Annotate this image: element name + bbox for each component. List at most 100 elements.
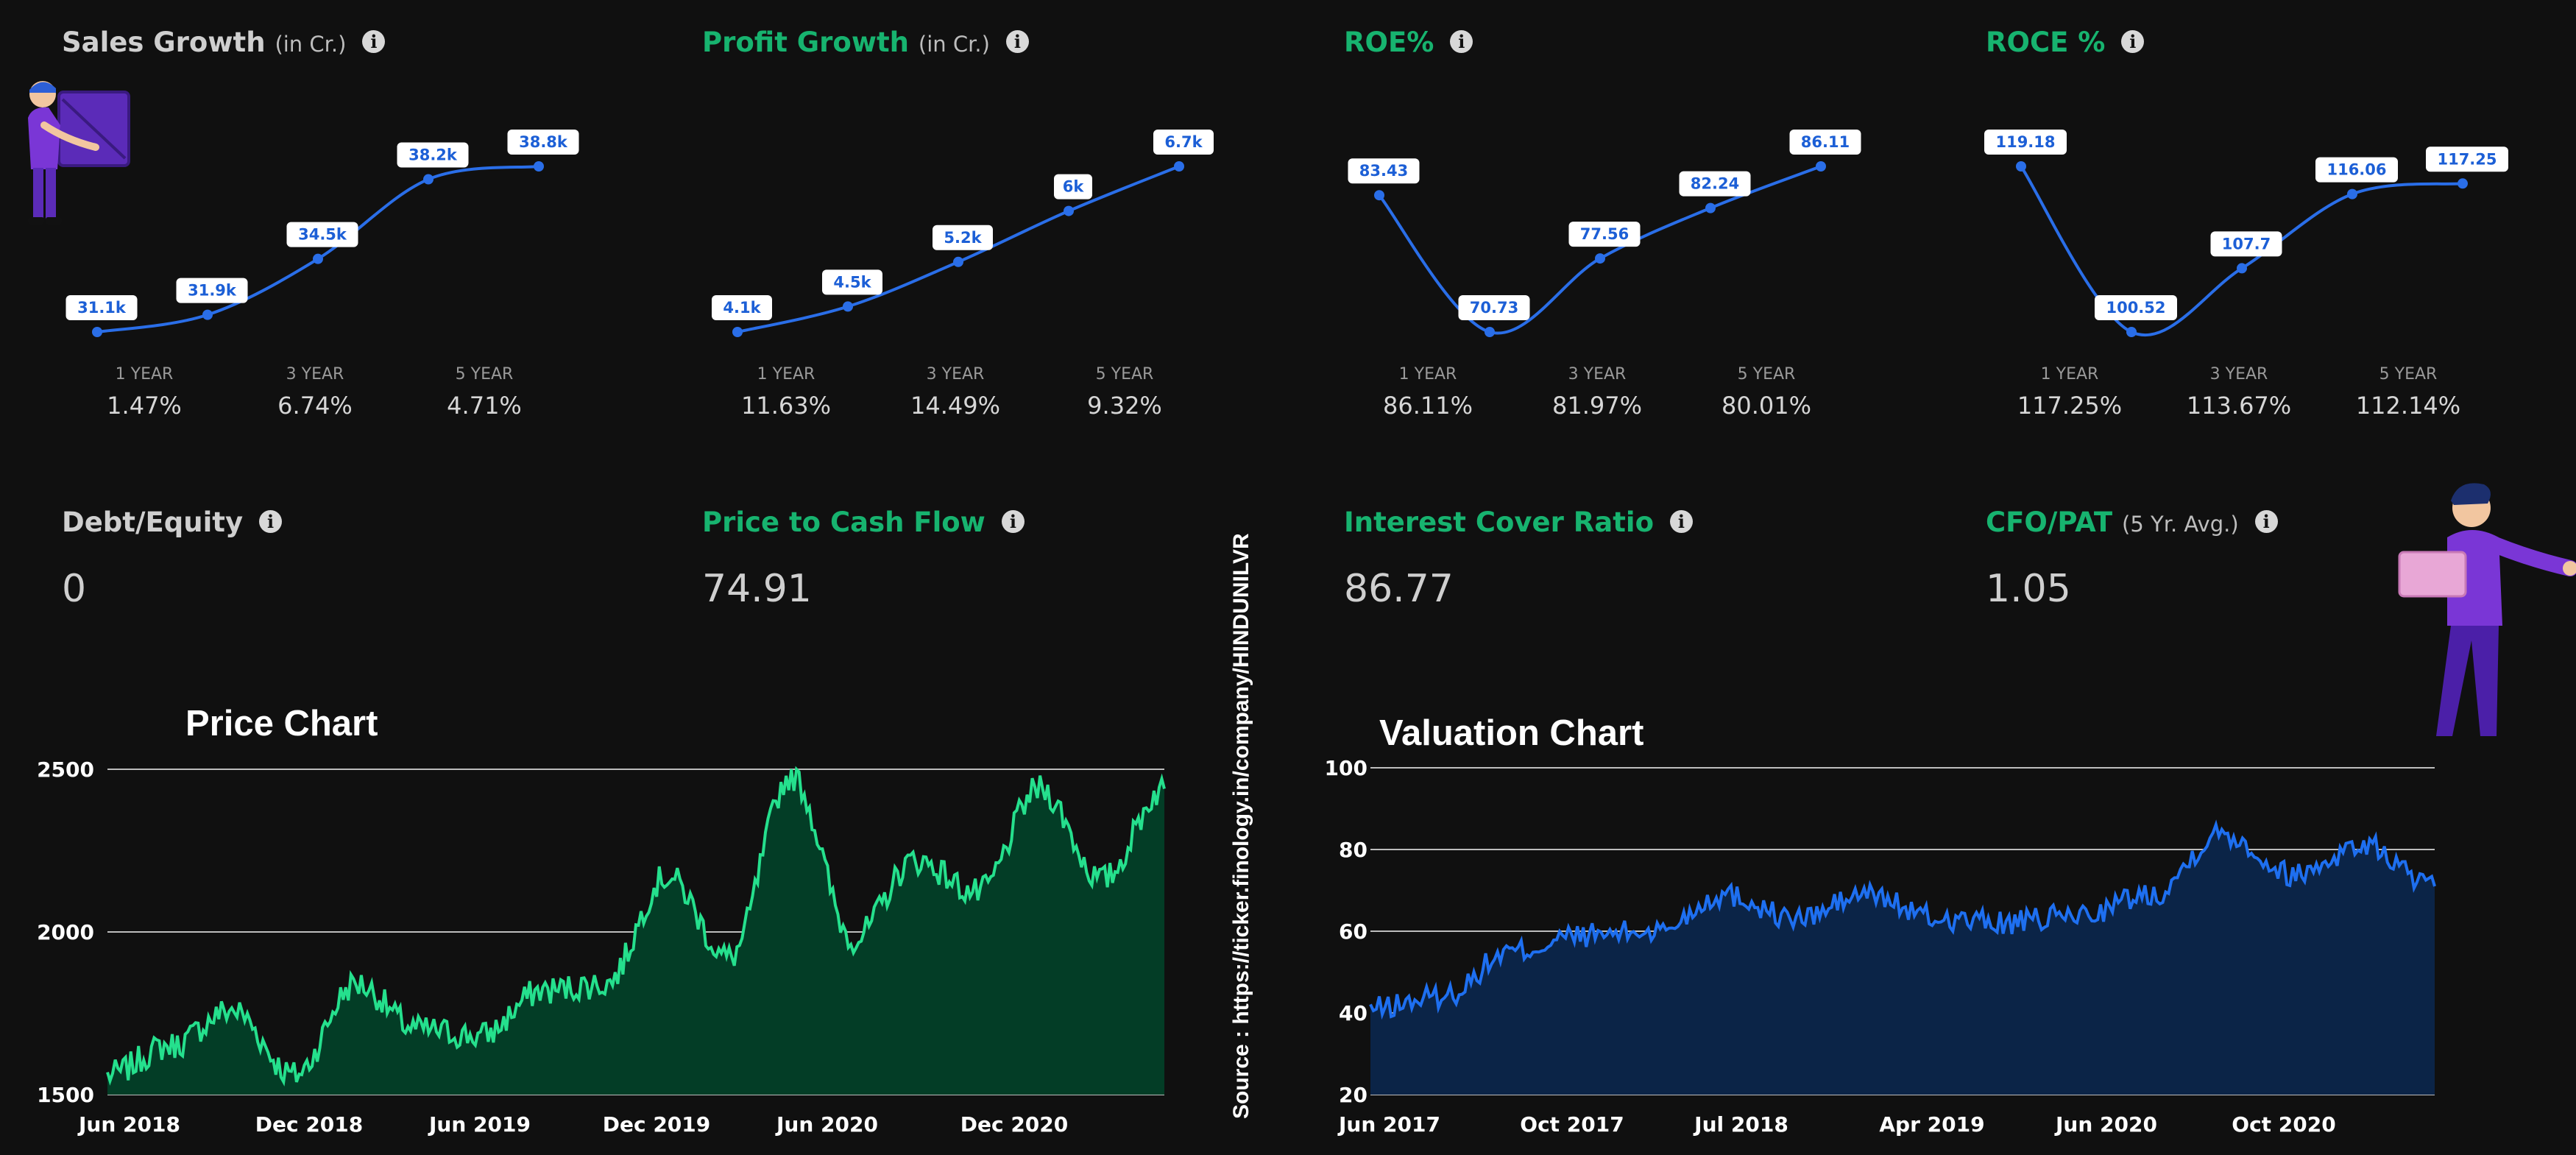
x-tick-label: Jun 2020 bbox=[775, 1112, 878, 1137]
data-point bbox=[2126, 327, 2137, 337]
data-point bbox=[2016, 161, 2026, 172]
info-icon[interactable]: i bbox=[1005, 30, 1029, 53]
period-label: 3 YEAR bbox=[926, 365, 985, 384]
info-icon[interactable]: i bbox=[1669, 510, 1693, 533]
period-label: 3 YEAR bbox=[2209, 365, 2268, 384]
source-credit: Source : https://ticker.finology.in/comp… bbox=[1229, 533, 1253, 1119]
data-label: 117.25 bbox=[2437, 150, 2497, 168]
data-label: 77.56 bbox=[1580, 225, 1629, 243]
stat-title: Price to Cash Flow i bbox=[702, 506, 1025, 538]
x-tick-label: Apr 2019 bbox=[1879, 1112, 1984, 1137]
stat-title: Debt/Equity i bbox=[62, 506, 283, 538]
y-tick-label: 1500 bbox=[37, 1083, 94, 1107]
data-label: 31.1k bbox=[77, 299, 127, 317]
stat-value: 74.91 bbox=[702, 567, 812, 611]
data-label: 86.11 bbox=[1801, 133, 1850, 151]
period-row: 1 YEAR 1.47% 3 YEAR 6.74% 5 YEAR 4.71% bbox=[62, 365, 651, 431]
period-value: 9.32% bbox=[1087, 392, 1162, 420]
mini-line-chart: 119.18 100.52 107.7 116.06 117.25 bbox=[1984, 130, 2508, 337]
period-label: 1 YEAR bbox=[115, 365, 174, 384]
stat-title: CFO/PAT (5 Yr. Avg.) i bbox=[1986, 506, 2278, 538]
period-label: 5 YEAR bbox=[2379, 365, 2438, 384]
x-tick-label: Jul 2018 bbox=[1693, 1112, 1788, 1137]
data-point bbox=[2237, 263, 2247, 274]
data-label: 4.5k bbox=[833, 273, 871, 291]
x-tick-label: Jun 2020 bbox=[2054, 1112, 2157, 1137]
metric-title: ROCE % i bbox=[1986, 27, 2145, 58]
data-label: 5.2k bbox=[944, 229, 982, 247]
data-label: 107.7 bbox=[2222, 235, 2271, 252]
data-point bbox=[1816, 161, 1826, 172]
data-point bbox=[202, 309, 213, 320]
data-label: 119.18 bbox=[1995, 133, 2055, 151]
info-icon[interactable]: i bbox=[1450, 30, 1473, 53]
period-label: 5 YEAR bbox=[1095, 365, 1154, 384]
period-row: 1 YEAR 11.63% 3 YEAR 14.49% 5 YEAR 9.32% bbox=[702, 365, 1291, 431]
info-icon[interactable]: i bbox=[259, 510, 283, 533]
stat-value: 86.77 bbox=[1344, 567, 1454, 611]
period-value: 14.49% bbox=[910, 392, 1000, 420]
info-icon[interactable]: i bbox=[1001, 510, 1025, 533]
metric-title: Profit Growth (in Cr.) i bbox=[702, 27, 1029, 58]
data-label: 6.7k bbox=[1164, 133, 1203, 151]
data-point bbox=[1374, 190, 1384, 201]
stat-card: Debt/Equity i 0 bbox=[62, 506, 651, 624]
period-row: 1 YEAR 86.11% 3 YEAR 81.97% 5 YEAR 80.01… bbox=[1344, 365, 1933, 431]
x-tick-label: Jun 2019 bbox=[428, 1112, 531, 1137]
data-label: 100.52 bbox=[2106, 299, 2165, 317]
period-value: 81.97% bbox=[1551, 392, 1642, 420]
x-tick-label: Oct 2017 bbox=[1520, 1112, 1624, 1137]
valuation-chart-title: Valuation Chart bbox=[1379, 713, 1644, 753]
period-value: 4.71% bbox=[447, 392, 522, 420]
data-label: 38.2k bbox=[408, 146, 458, 164]
stat-card: Price to Cash Flow i 74.91 bbox=[702, 506, 1291, 624]
data-point bbox=[423, 174, 434, 185]
period-label: 1 YEAR bbox=[757, 365, 815, 384]
trend-line bbox=[1378, 165, 1822, 335]
period-row: 1 YEAR 117.25% 3 YEAR 113.67% 5 YEAR 112… bbox=[1986, 365, 2575, 431]
period-value: 11.63% bbox=[740, 392, 831, 420]
period-value: 80.01% bbox=[1721, 392, 1811, 420]
x-tick-label: Jun 2018 bbox=[77, 1112, 180, 1137]
data-point bbox=[732, 327, 743, 337]
data-label: 31.9k bbox=[188, 282, 237, 300]
trend-line bbox=[96, 165, 539, 333]
period-value: 117.25% bbox=[2017, 392, 2123, 420]
period-label: 5 YEAR bbox=[455, 365, 514, 384]
mini-line-chart: 83.43 70.73 77.56 82.24 86.11 bbox=[1348, 130, 1861, 337]
stat-card: Interest Cover Ratio i 86.77 bbox=[1344, 506, 1933, 624]
metric-title: ROE% i bbox=[1344, 27, 1473, 58]
period-label: 3 YEAR bbox=[286, 365, 344, 384]
y-tick-label: 2500 bbox=[37, 758, 94, 782]
data-point bbox=[1485, 327, 1495, 337]
y-tick-label: 2000 bbox=[37, 920, 94, 944]
mini-line-chart: 31.1k 31.9k 34.5k 38.2k 38.8k bbox=[66, 130, 579, 337]
y-tick-label: 20 bbox=[1339, 1083, 1367, 1107]
info-icon[interactable]: i bbox=[2254, 510, 2278, 533]
data-label: 6k bbox=[1063, 178, 1085, 196]
data-label: 116.06 bbox=[2326, 161, 2386, 179]
data-point bbox=[953, 256, 963, 267]
price-chart-title: Price Chart bbox=[185, 704, 378, 743]
period-value: 112.14% bbox=[2355, 392, 2461, 420]
data-label: 38.8k bbox=[519, 133, 568, 151]
info-icon[interactable]: i bbox=[362, 30, 386, 53]
period-label: 5 YEAR bbox=[1737, 365, 1796, 384]
period-value: 113.67% bbox=[2186, 392, 2292, 420]
data-point bbox=[1705, 202, 1716, 213]
period-value: 1.47% bbox=[107, 392, 182, 420]
info-icon[interactable]: i bbox=[2121, 30, 2145, 53]
data-point bbox=[2347, 188, 2357, 199]
valuation-chart: 20 40 60 80 100 Jun 2017 Oct 2017 Jul 2018 Apr 2… bbox=[1325, 758, 2436, 1137]
y-tick-label: 100 bbox=[1325, 758, 1367, 780]
area-fill bbox=[1370, 824, 2435, 1095]
delivery-person-illustration bbox=[28, 81, 130, 225]
data-point bbox=[92, 327, 102, 337]
data-label: 4.1k bbox=[723, 299, 761, 317]
x-tick-label: Dec 2018 bbox=[255, 1112, 364, 1137]
period-value: 6.74% bbox=[277, 392, 353, 420]
data-point bbox=[1595, 253, 1605, 264]
period-label: 1 YEAR bbox=[1398, 365, 1457, 384]
stat-value: 1.05 bbox=[1986, 567, 2071, 611]
data-point bbox=[2458, 178, 2468, 189]
